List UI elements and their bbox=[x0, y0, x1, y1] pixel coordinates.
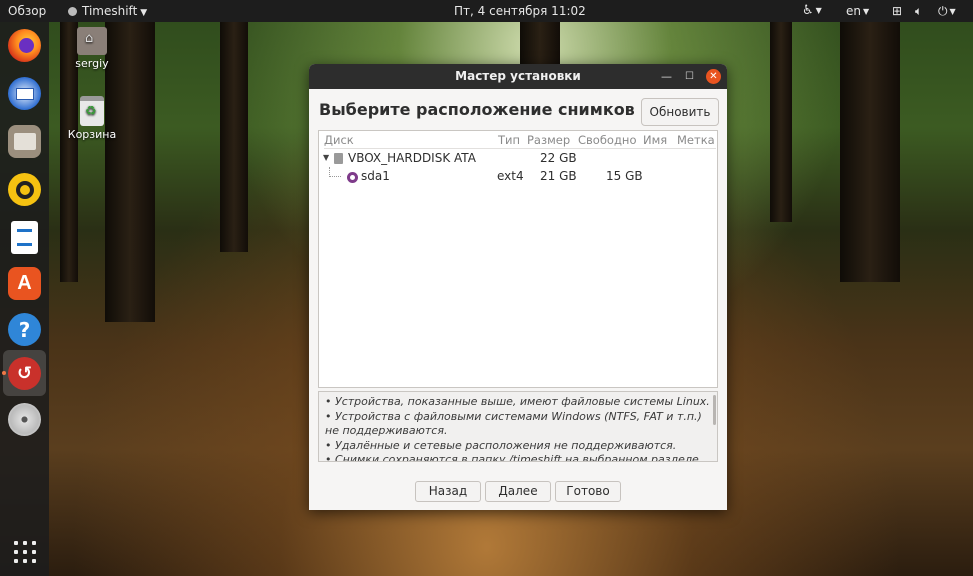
timeshift-glyph: ↺ bbox=[16, 363, 33, 384]
table-row-disk[interactable]: ▼ VBOX_HARDDISK ATA 22 GB bbox=[319, 149, 717, 167]
trash-icon bbox=[80, 96, 104, 126]
dvd-drive-icon[interactable] bbox=[8, 403, 41, 436]
libreoffice-writer-icon[interactable] bbox=[11, 221, 38, 254]
software-center-icon[interactable]: A bbox=[8, 267, 41, 300]
envelope-glyph bbox=[15, 87, 34, 100]
network-icon[interactable]: ⊞ bbox=[892, 0, 902, 22]
note-line: • Устройства с файловыми системами Windo… bbox=[325, 409, 702, 438]
disk-table: Диск Тип Размер Свободно Имя Метка ▼ VBO… bbox=[318, 130, 718, 388]
wallpaper-tree bbox=[770, 22, 792, 222]
notes-scrollbar[interactable] bbox=[713, 395, 716, 425]
column-header-label[interactable]: Метка bbox=[677, 133, 715, 147]
harddisk-icon bbox=[334, 153, 343, 164]
activities-button[interactable]: Обзор bbox=[8, 0, 46, 22]
store-glyph: A bbox=[17, 272, 32, 294]
show-applications-icon[interactable] bbox=[14, 541, 36, 563]
chevron-down-icon: ▼ bbox=[140, 8, 148, 18]
column-header-size[interactable]: Размер bbox=[527, 133, 570, 147]
partition-free: 15 GB bbox=[606, 169, 643, 183]
tree-connector bbox=[329, 167, 341, 177]
radio-selected-icon[interactable] bbox=[347, 172, 358, 183]
minimize-icon[interactable]: — bbox=[659, 69, 674, 84]
column-header-type[interactable]: Тип bbox=[498, 133, 520, 147]
done-button[interactable]: Готово bbox=[555, 481, 621, 502]
table-row-partition[interactable]: sda1 ext4 21 GB 15 GB bbox=[319, 167, 717, 185]
top-bar: Обзор Timeshift ▼ Пт, 4 сентября 11:02 ♿ ▼… bbox=[0, 0, 973, 22]
partition-type: ext4 bbox=[497, 169, 524, 183]
help-icon[interactable]: ? bbox=[8, 313, 41, 346]
home-folder-label: sergiy bbox=[75, 57, 109, 70]
wallpaper-tree bbox=[840, 22, 900, 282]
close-icon[interactable]: ✕ bbox=[706, 69, 721, 84]
note-line: • Удалённые и сетевые расположения не по… bbox=[325, 438, 677, 452]
note-line: • Устройства, показанные выше, имеют фай… bbox=[325, 395, 710, 408]
firefox-icon[interactable] bbox=[8, 29, 41, 62]
language-label: en bbox=[846, 4, 861, 18]
accessibility-icon: ♿ bbox=[802, 3, 814, 18]
wallpaper-tree bbox=[220, 22, 248, 252]
timeshift-icon[interactable]: ↺ bbox=[8, 357, 41, 390]
accessibility-menu[interactable]: ♿ ▼ bbox=[802, 0, 822, 22]
note-line: • Снимки сохраняются в папку /timeshift … bbox=[325, 453, 703, 462]
thunderbird-icon[interactable] bbox=[8, 77, 41, 110]
info-notes: • Устройства, показанные выше, имеют фай… bbox=[318, 391, 718, 462]
app-menu-label: Timeshift bbox=[82, 4, 138, 18]
column-header-disk[interactable]: Диск bbox=[324, 133, 354, 147]
folder-glyph bbox=[13, 133, 36, 150]
speaker-glyph bbox=[15, 180, 34, 199]
column-header-name[interactable]: Имя bbox=[643, 133, 667, 147]
question-glyph: ? bbox=[18, 317, 31, 342]
setup-wizard-window: Мастер установки — ☐ ✕ Выберите располож… bbox=[309, 64, 727, 510]
page-title: Выберите расположение снимков bbox=[319, 100, 635, 119]
window-title: Мастер установки bbox=[455, 69, 581, 83]
window-titlebar[interactable]: Мастер установки — ☐ ✕ bbox=[309, 64, 727, 89]
clock[interactable]: Пт, 4 сентября 11:02 bbox=[454, 0, 586, 22]
partition-name: sda1 bbox=[361, 169, 390, 183]
firefox-globe bbox=[19, 38, 34, 53]
refresh-button[interactable]: Обновить bbox=[641, 98, 719, 126]
power-icon[interactable]: ⏻ ▼ bbox=[938, 0, 956, 22]
column-header-free[interactable]: Свободно bbox=[578, 133, 636, 147]
back-button[interactable]: Назад bbox=[415, 481, 481, 502]
disk-name: VBOX_HARDDISK ATA bbox=[348, 151, 476, 165]
expander-triangle-icon[interactable]: ▼ bbox=[323, 153, 329, 162]
desktop-trash[interactable]: Корзина bbox=[62, 96, 122, 141]
volume-icon[interactable]: 🔈︎ bbox=[915, 0, 922, 22]
trash-label: Корзина bbox=[67, 128, 117, 141]
app-menu[interactable]: Timeshift ▼ bbox=[68, 0, 147, 22]
document-glyph bbox=[17, 229, 32, 246]
chevron-down-icon: ▼ bbox=[863, 7, 870, 16]
language-menu[interactable]: en ▼ bbox=[846, 0, 869, 22]
disk-size: 22 GB bbox=[540, 151, 577, 165]
rhythmbox-icon[interactable] bbox=[8, 173, 41, 206]
partition-size: 21 GB bbox=[540, 169, 577, 183]
chevron-down-icon: ▼ bbox=[815, 6, 822, 15]
dock: A ? ↺ bbox=[0, 22, 49, 576]
home-folder-icon bbox=[77, 27, 107, 55]
next-button[interactable]: Далее bbox=[485, 481, 551, 502]
chevron-down-icon: ▼ bbox=[949, 7, 956, 16]
timeshift-app-icon bbox=[68, 7, 77, 16]
running-indicator bbox=[2, 371, 6, 375]
desktop-home-folder[interactable]: sergiy bbox=[62, 27, 122, 70]
files-icon[interactable] bbox=[8, 125, 41, 158]
maximize-icon[interactable]: ☐ bbox=[682, 69, 697, 84]
